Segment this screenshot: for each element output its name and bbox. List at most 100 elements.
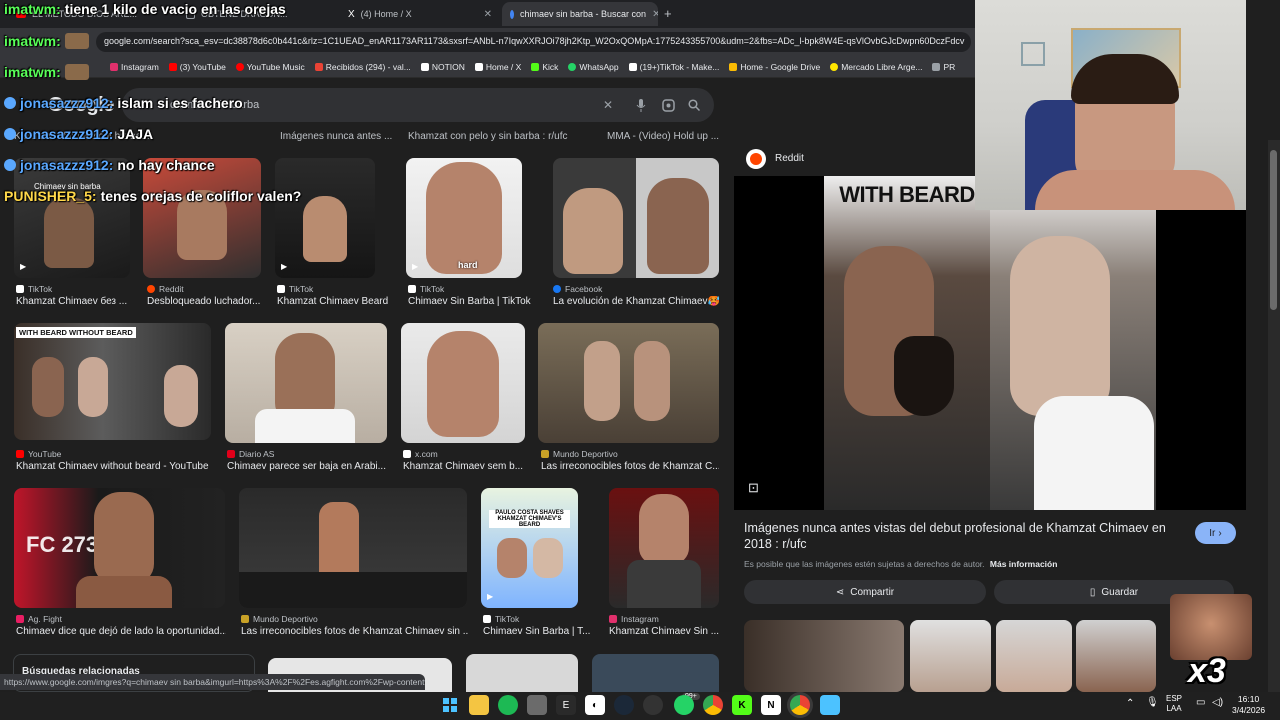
bookmark-item[interactable]: (3) YouTube [168,62,226,72]
result-thumbnail[interactable]: ▶ [275,158,375,278]
system-clock[interactable]: 16:10 3/4/2026 [1232,694,1265,716]
bookmark-item[interactable]: (19+)TikTok - Make... [628,62,719,72]
volume-icon[interactable]: ◁) [1212,697,1223,708]
panel-source[interactable]: Reddit [775,153,804,164]
combo-multiplier: x3 [1188,652,1226,690]
obs-icon[interactable] [643,695,663,715]
result-thumbnail[interactable]: PAULO COSTA SHAVES KHAMZAT CHIMAEV'S BEA… [481,488,578,608]
related-chip[interactable]: MMA - (Video) Hold up ... [607,131,719,142]
language-indicator[interactable]: ESP LAA [1166,694,1182,714]
result-title[interactable]: Chimaev dice que dejó de lado la oportun… [16,626,226,637]
result-source: Mundo Deportivo [241,614,318,624]
steam-icon[interactable] [614,695,634,715]
epic-games-icon[interactable]: E [556,695,576,715]
url-field[interactable]: google.com/search?sca_esv=dc38878d6c0b44… [96,32,971,52]
result-thumbnail[interactable] [466,654,578,692]
chrome-active-icon[interactable] [790,695,810,715]
tab-x-home[interactable]: X (4) Home / X ✕ [340,2,500,26]
result-title[interactable]: Chimaev parece ser baja en Arabi... [227,461,387,472]
google-drive-icon [729,62,738,71]
bookmark-item[interactable]: Recibidos (294) - val... [314,62,411,72]
result-title[interactable]: Khamzat Chimaev without beard - YouTube [16,461,216,472]
kick-icon[interactable]: K [732,695,752,715]
status-url: https://www.google.com/imgres?q=chimaev … [0,674,425,690]
network-icon[interactable]: ▭ [1196,697,1205,708]
result-title[interactable]: Khamzat Chimaev Sin ... [609,626,719,637]
webcam-overlay [975,0,1246,210]
scrollbar-thumb[interactable] [1270,150,1277,310]
shirt-shape [255,409,355,443]
chevron-up-icon[interactable]: ⌃ [1126,698,1134,709]
result-title[interactable]: Chimaev Sin Barba | TikTok [408,296,533,307]
result-thumbnail[interactable] [143,158,261,278]
bookmark-item[interactable]: NOTION [420,62,465,72]
related-image[interactable] [910,620,991,692]
bookmark-folder[interactable]: PR [932,62,955,72]
bookmark-item[interactable]: Kick [531,62,558,72]
result-thumbnail[interactable]: hard ▶ [406,158,522,278]
copyright-note: Es posible que las imágenes estén sujeta… [744,559,1058,569]
result-source: TikTok [408,284,444,294]
result-title[interactable]: Chimaev Sin Barba | T... [483,626,593,637]
result-title[interactable]: Desbloqueado luchador... [147,296,262,307]
microphone-tray-icon[interactable]: 🎙 [1146,697,1159,708]
related-image[interactable] [1076,620,1156,692]
chrome-icon[interactable] [703,695,723,715]
result-title[interactable]: Khamzat Chimaev sem b... [403,461,525,472]
tab-google-search[interactable]: chimaev sin barba - Buscar con ✕ [502,2,658,26]
visit-button[interactable]: Ir › [1195,522,1236,544]
panel-title[interactable]: Imágenes nunca antes vistas del debut pr… [744,520,1184,552]
spotify-icon[interactable] [498,695,518,715]
result-thumbnail[interactable] [401,323,525,443]
result-title[interactable]: Khamzat Chimaev без ... [16,296,128,307]
lens-icon[interactable]: ⊡ [748,480,764,496]
whatsapp-icon[interactable] [674,695,694,715]
bookmark-item[interactable]: WhatsApp [568,62,619,72]
result-title[interactable]: Las irreconocibles fotos de Khamzat C... [541,461,719,472]
bookmark-item[interactable]: YouTube Music [235,62,305,72]
related-image[interactable] [996,620,1072,692]
clear-search-icon[interactable]: ✕ [600,97,616,113]
new-tab-icon[interactable]: + [664,6,672,21]
windows-start-icon[interactable] [440,695,460,715]
bookmark-item[interactable]: Mercado Libre Arge... [830,62,922,72]
notepad-icon[interactable] [820,695,840,715]
wall-logo [1021,42,1045,66]
result-thumbnail[interactable]: WITH BEARD WITHOUT BEARD [14,323,211,440]
microphone-icon[interactable] [633,97,649,113]
result-thumbnail[interactable] [609,488,719,608]
instagram-icon [609,615,617,623]
calculator-icon[interactable] [527,695,547,715]
bookmark-item[interactable]: Instagram [110,62,159,72]
result-thumbnail[interactable] [592,654,719,692]
close-tab-icon[interactable]: ✕ [484,9,492,20]
more-info-link[interactable]: Más información [990,559,1058,569]
related-chip[interactable]: Khamzat con pelo y sin barba : r/ufc [408,131,568,142]
result-thumbnail[interactable] [553,158,719,278]
related-chip[interactable]: Imágenes nunca antes ... [280,131,392,142]
x-icon: X [348,8,355,20]
result-thumbnail[interactable] [239,488,467,608]
result-thumbnail[interactable] [538,323,719,443]
notion-icon[interactable]: N [761,695,781,715]
verified-badge-icon [4,159,16,171]
search-icon[interactable] [686,97,702,113]
result-thumbnail[interactable] [225,323,387,443]
mundo-deportivo-icon [241,615,249,623]
related-image[interactable] [744,620,904,692]
bookmark-item[interactable]: Home - Google Drive [729,62,820,72]
result-title[interactable]: Khamzat Chimaev Beard Transfo... [277,296,389,307]
share-button[interactable]: ⋖ Compartir [744,580,986,604]
result-thumbnail[interactable]: Chimaev sin barba ▶ [14,158,130,278]
youtube-music-icon [235,62,244,71]
capcut-icon[interactable]: ◐ [585,695,605,715]
result-title[interactable]: La evolución de Khamzat Chimaev🥵 [553,296,719,307]
result-thumbnail[interactable]: FC 273 [14,488,225,608]
lens-icon[interactable] [660,97,676,113]
result-title[interactable]: Las irreconocibles fotos de Khamzat Chim… [241,626,469,637]
close-tab-icon[interactable]: ✕ [652,9,658,20]
file-explorer-icon[interactable] [469,695,489,715]
preview-image[interactable]: WITH BEARD ⊡ [734,176,1246,510]
bookmark-item[interactable]: Home / X [474,62,521,72]
chat-message: jonasazzz912: JAJA [4,126,153,142]
